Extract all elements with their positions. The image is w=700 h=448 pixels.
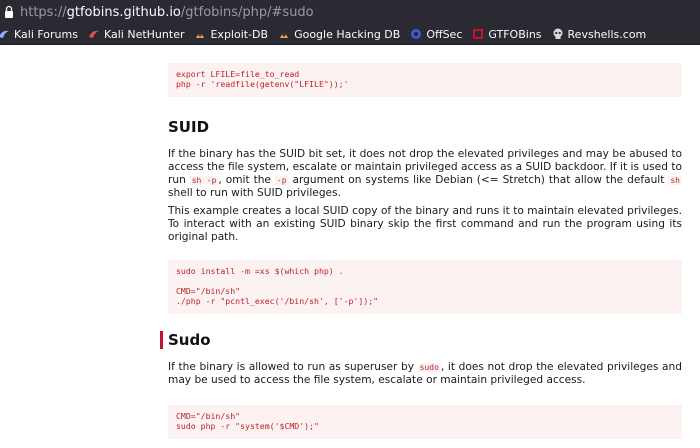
bookmark-label: Kali NetHunter	[103, 27, 185, 41]
bookmarks-toolbar: Kali Forums Kali NetHunter Exploit-DB Go…	[0, 24, 700, 45]
offsec-icon	[410, 28, 422, 40]
address-bar[interactable]: https://gtfobins.github.io/gtfobins/php/…	[0, 0, 700, 24]
url-text[interactable]: https://gtfobins.github.io/gtfobins/php/…	[20, 5, 314, 20]
bookmark-label: Exploit-DB	[210, 27, 269, 41]
inline-code: sh -p	[189, 176, 219, 185]
page-content: export LFILE=file_to_read php -r 'readfi…	[0, 45, 700, 448]
bookmark-label: Revshells.com	[567, 27, 647, 41]
suid-code-block: sudo install -m =xs $(which php) . CMD="…	[168, 260, 682, 314]
exploit-db-icon	[278, 28, 290, 40]
inline-code: sh	[668, 176, 682, 185]
kali-dragon-icon	[0, 28, 10, 40]
gtfobins-icon	[472, 28, 484, 40]
bookmark-label: Kali Forums	[14, 27, 78, 41]
exploit-db-icon	[194, 28, 206, 40]
bookmark-gtfobins[interactable]: GTFOBins	[472, 27, 542, 41]
kali-dragon-icon	[88, 28, 100, 40]
sudo-paragraph: If the binary is allowed to run as super…	[168, 361, 682, 387]
skull-icon	[552, 28, 564, 40]
inline-code: sudo	[417, 363, 441, 372]
code-block[interactable]: export LFILE=file_to_read php -r 'readfi…	[168, 63, 682, 97]
inline-code: -p	[274, 176, 289, 185]
lock-icon[interactable]	[4, 5, 14, 19]
bookmark-kali-forums[interactable]: Kali Forums	[0, 28, 78, 41]
text-run: argument on systems like Debian (<= Stre…	[288, 174, 669, 186]
suid-paragraph-2: This example creates a local SUID copy o…	[168, 205, 682, 244]
sudo-section: Sudo	[160, 331, 682, 349]
paragraph: This example creates a local SUID copy o…	[168, 205, 682, 243]
sudo-heading: Sudo	[160, 331, 682, 349]
text-run: If the binary is allowed to run as super…	[168, 361, 418, 373]
bookmark-label: Google Hacking DB	[294, 27, 401, 41]
code-block[interactable]: CMD="/bin/sh" sudo php -r "system('$CMD'…	[168, 405, 682, 439]
bookmark-exploit-db[interactable]: Exploit-DB	[194, 28, 268, 41]
url-path: /gtfobins/php/#sudo	[180, 4, 314, 20]
text-run: , omit the	[218, 174, 275, 186]
sudo-code-block: CMD="/bin/sh" sudo php -r "system('$CMD'…	[168, 405, 682, 439]
url-scheme: https://	[20, 4, 67, 20]
bookmark-google-hacking-db[interactable]: Google Hacking DB	[278, 28, 400, 41]
bookmark-offsec[interactable]: OffSec	[410, 28, 462, 41]
suid-heading: SUID	[168, 118, 210, 136]
suid-paragraph-1: If the binary has the SUID bit set, it d…	[168, 148, 682, 200]
suid-section: SUID	[168, 118, 682, 136]
url-host: gtfobins.github.io	[66, 4, 181, 20]
bookmark-label: GTFOBins	[488, 27, 542, 41]
bookmark-kali-nethunter[interactable]: Kali NetHunter	[88, 27, 185, 41]
bookmark-revshells[interactable]: Revshells.com	[552, 27, 647, 41]
top-code-block: export LFILE=file_to_read php -r 'readfi…	[168, 63, 682, 97]
code-block[interactable]: sudo install -m =xs $(which php) . CMD="…	[168, 260, 682, 314]
bookmark-label: OffSec	[426, 27, 463, 41]
text-run: shell to run with SUID privileges.	[168, 187, 341, 199]
